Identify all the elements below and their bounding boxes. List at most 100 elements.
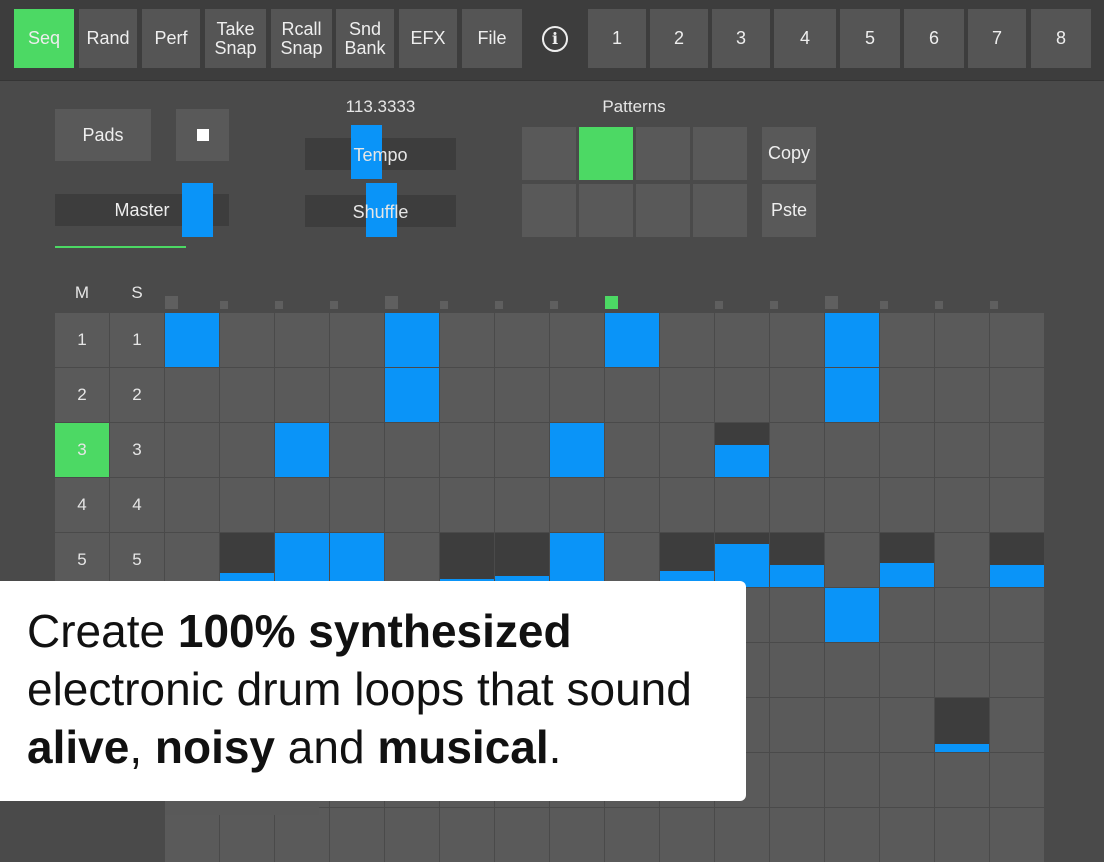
pattern-slot-active[interactable] (579, 127, 633, 180)
step-cell-active[interactable] (165, 313, 219, 367)
step-cell[interactable] (880, 478, 934, 532)
step-cell[interactable] (495, 478, 549, 532)
step-cell[interactable] (770, 478, 824, 532)
step-cell[interactable] (660, 313, 714, 367)
step-cell[interactable] (935, 588, 989, 642)
step-cell[interactable] (220, 808, 274, 862)
step-cell[interactable] (165, 808, 219, 862)
step-cell[interactable] (880, 753, 934, 807)
step-cell-active[interactable] (550, 423, 604, 477)
step-cell-active[interactable] (935, 744, 989, 752)
step-cell[interactable] (880, 313, 934, 367)
info-button[interactable]: i (527, 9, 583, 68)
copy-pattern-button[interactable]: Copy (762, 127, 816, 180)
step-cell[interactable] (385, 478, 439, 532)
step-cell[interactable] (330, 368, 384, 422)
step-cell[interactable] (220, 478, 274, 532)
take-snap-button[interactable]: Take Snap (205, 9, 266, 68)
step-cell-active[interactable] (330, 533, 384, 587)
step-cell[interactable] (880, 423, 934, 477)
step-cell[interactable] (495, 313, 549, 367)
step-cell[interactable] (165, 533, 219, 587)
step-cell[interactable] (165, 423, 219, 477)
step-cell-active[interactable] (770, 565, 824, 587)
step-cell-active[interactable] (275, 533, 329, 587)
step-cell[interactable] (770, 423, 824, 477)
step-cell[interactable] (165, 478, 219, 532)
step-cell-active[interactable] (550, 533, 604, 587)
master-slider-handle[interactable] (182, 183, 213, 237)
tab-perf[interactable]: Perf (142, 9, 200, 68)
step-cell[interactable] (825, 423, 879, 477)
step-cell-active[interactable] (385, 313, 439, 367)
mute-button-4[interactable]: 4 (55, 478, 109, 532)
step-cell-active[interactable] (990, 565, 1044, 587)
pattern-slot[interactable] (693, 184, 747, 237)
step-cell[interactable] (990, 478, 1044, 532)
track-button-4[interactable]: 4 (774, 9, 836, 68)
mute-button-5[interactable]: 5 (55, 533, 109, 587)
step-cell[interactable] (550, 368, 604, 422)
step-cell[interactable] (990, 313, 1044, 367)
solo-button-2[interactable]: 2 (110, 368, 164, 422)
pattern-slot[interactable] (522, 127, 576, 180)
step-cell[interactable] (715, 313, 769, 367)
solo-button-4[interactable]: 4 (110, 478, 164, 532)
step-cell-active[interactable] (825, 313, 879, 367)
step-cell[interactable] (880, 368, 934, 422)
step-cell[interactable] (385, 423, 439, 477)
step-cell[interactable] (330, 423, 384, 477)
step-cell[interactable] (880, 698, 934, 752)
step-cell[interactable] (770, 808, 824, 862)
step-cell[interactable] (550, 478, 604, 532)
step-cell-active[interactable] (275, 423, 329, 477)
track-button-3[interactable]: 3 (712, 9, 770, 68)
step-cell[interactable] (275, 478, 329, 532)
sound-bank-button[interactable]: Snd Bank (336, 9, 394, 68)
step-cell[interactable] (605, 478, 659, 532)
step-cell[interactable] (825, 643, 879, 697)
step-cell[interactable] (990, 588, 1044, 642)
step-cell[interactable] (550, 808, 604, 862)
tab-efx[interactable]: EFX (399, 9, 457, 68)
recall-snap-button[interactable]: Rcall Snap (271, 9, 332, 68)
step-cell[interactable] (990, 643, 1044, 697)
step-cell[interactable] (440, 808, 494, 862)
step-cell[interactable] (825, 533, 879, 587)
pattern-slot[interactable] (693, 127, 747, 180)
step-cell[interactable] (440, 423, 494, 477)
tab-file[interactable]: File (462, 9, 522, 68)
step-cell[interactable] (165, 368, 219, 422)
step-cell-active[interactable] (385, 368, 439, 422)
step-cell[interactable] (495, 808, 549, 862)
step-cell[interactable] (935, 368, 989, 422)
pattern-slot[interactable] (636, 184, 690, 237)
solo-button-3[interactable]: 3 (110, 423, 164, 477)
track-button-8[interactable]: 8 (1031, 9, 1091, 68)
step-cell[interactable] (935, 643, 989, 697)
step-cell[interactable] (330, 313, 384, 367)
step-cell[interactable] (880, 808, 934, 862)
step-cell[interactable] (770, 588, 824, 642)
step-cell[interactable] (770, 368, 824, 422)
solo-button-1[interactable]: 1 (110, 313, 164, 367)
paste-pattern-button[interactable]: Pste (762, 184, 816, 237)
step-cell[interactable] (660, 423, 714, 477)
step-cell[interactable] (330, 808, 384, 862)
step-cell[interactable] (440, 478, 494, 532)
track-button-1[interactable]: 1 (588, 9, 646, 68)
step-cell[interactable] (605, 423, 659, 477)
mute-button-3[interactable]: 3 (55, 423, 109, 477)
step-cell[interactable] (935, 478, 989, 532)
mute-button-1[interactable]: 1 (55, 313, 109, 367)
pattern-slot[interactable] (522, 184, 576, 237)
step-cell[interactable] (770, 643, 824, 697)
step-cell[interactable] (275, 368, 329, 422)
track-button-7[interactable]: 7 (968, 9, 1026, 68)
step-cell[interactable] (990, 423, 1044, 477)
mute-button-2[interactable]: 2 (55, 368, 109, 422)
tab-seq[interactable]: Seq (14, 9, 74, 68)
step-cell[interactable] (660, 808, 714, 862)
step-cell[interactable] (550, 313, 604, 367)
tab-rand[interactable]: Rand (79, 9, 137, 68)
